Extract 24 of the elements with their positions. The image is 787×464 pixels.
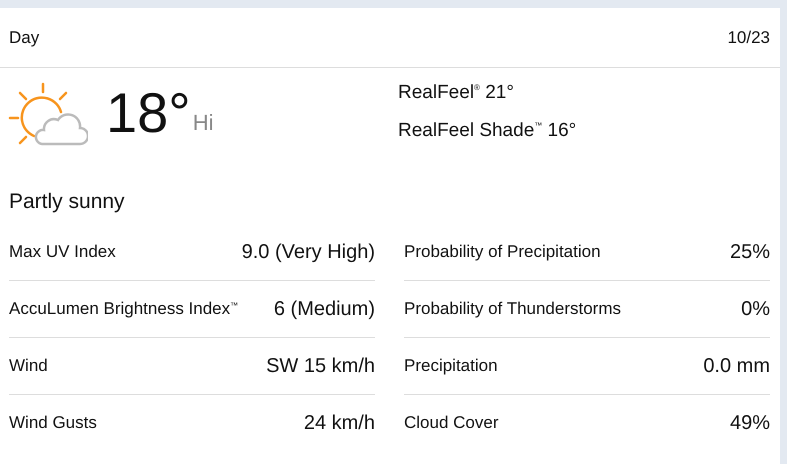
detail-value: 49% [730,412,770,434]
detail-value: 6 (Medium) [274,298,375,320]
realfeel-text: RealFeel$^{®}$ 21° [398,82,515,104]
detail-value: 0.0 mm [703,354,770,378]
weather-phrase: Partly sunny [8,189,126,215]
detail-value: 0% [741,298,770,320]
detail-label: Max UV Index [9,242,116,262]
detail-value: 25% [730,240,770,264]
detail-label: Probability of Precipitation [404,242,601,262]
section-title: Day [9,28,40,48]
detail-value: 24 km/h [304,412,375,434]
temperature-label: Hi [192,109,214,136]
partly-sunny-icon [8,82,88,148]
detail-label: Cloud Cover [404,413,498,433]
detail-label: Precipitation [404,356,498,376]
date-label: 10/23 [727,28,770,48]
detail-label: Probability of Thunderstorms [404,299,622,319]
detail-label: AccuLumen Brightness Index$^{™}$ [9,299,238,319]
temperature: 18° [106,82,191,141]
detail-value: 9.0 (Very High) [242,240,375,264]
detail-value: SW 15 km/h [266,354,375,378]
realfeel-shade-text: RealFeel Shade$^{™}$ 16° [398,120,576,142]
detail-label: Wind [9,356,48,376]
detail-label: Wind Gusts [9,413,97,433]
